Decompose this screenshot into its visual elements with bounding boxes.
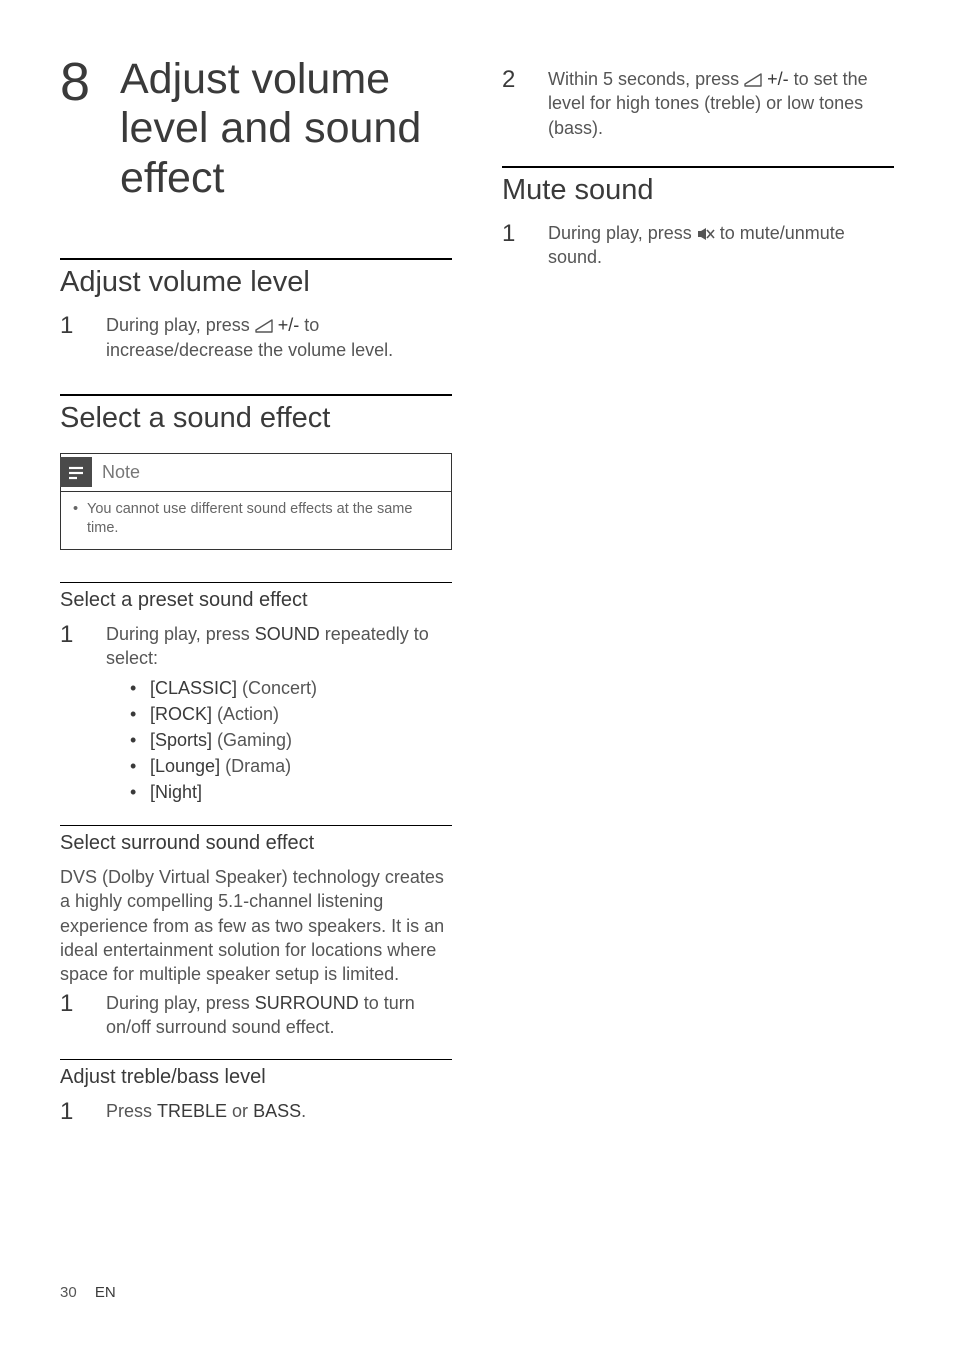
subsection-surround: Select surround sound effect DVS (Dolby …: [60, 825, 452, 1039]
sub-rule: [60, 582, 452, 583]
text-bold: [Night]: [150, 782, 202, 802]
sub-rule: [60, 825, 452, 826]
step-body: During play, press to mute/unmute sound.: [548, 221, 894, 270]
page-content: 8 Adjust volume level and sound effect A…: [0, 0, 954, 1170]
language-code: EN: [95, 1284, 116, 1301]
text: .: [301, 1101, 306, 1121]
right-column: 2 Within 5 seconds, press +/- to set the…: [502, 55, 894, 1130]
step: 1 During play, press to mute/unmute soun…: [502, 221, 894, 270]
list-item: [CLASSIC] (Concert): [130, 675, 452, 701]
section-title: Adjust volume level: [60, 266, 452, 299]
text-bold: SOUND: [255, 624, 320, 644]
note-icon: [60, 457, 92, 487]
step-body: During play, press +/- to increase/decre…: [106, 313, 452, 362]
text: During play, press: [106, 315, 255, 335]
step-body: Within 5 seconds, press +/- to set the l…: [548, 67, 894, 140]
note-body: You cannot use different sound effects a…: [61, 492, 451, 549]
text: or: [227, 1101, 253, 1121]
text: Within 5 seconds, press: [548, 69, 744, 89]
note-box: Note You cannot use different sound effe…: [60, 453, 452, 550]
step-number: 1: [60, 991, 106, 1040]
list-item: [Night]: [130, 779, 452, 805]
section-adjust-volume: Adjust volume level 1 During play, press…: [60, 258, 452, 362]
sub-title: Select a preset sound effect: [60, 589, 452, 612]
text-bold: +/-: [273, 315, 300, 335]
text: (Concert): [237, 678, 317, 698]
text: During play, press: [106, 993, 255, 1013]
text-bold: [Lounge]: [150, 756, 220, 776]
list-item: [ROCK] (Action): [130, 701, 452, 727]
subsection-treble-bass: Adjust treble/bass level 1 Press TREBLE …: [60, 1059, 452, 1124]
step: 2 Within 5 seconds, press +/- to set the…: [502, 67, 894, 140]
step-number: 1: [60, 1099, 106, 1124]
text-bold: [Sports]: [150, 730, 212, 750]
step: 1 During play, press SOUND repeatedly to…: [60, 622, 452, 805]
left-column: 8 Adjust volume level and sound effect A…: [60, 55, 452, 1130]
step-number: 1: [502, 221, 548, 270]
step-number: 1: [60, 313, 106, 362]
step-body: During play, press SOUND repeatedly to s…: [106, 622, 452, 805]
text: (Action): [212, 704, 279, 724]
text: Press: [106, 1101, 157, 1121]
text: (Drama): [220, 756, 291, 776]
text-bold: BASS: [253, 1101, 301, 1121]
sub-title: Adjust treble/bass level: [60, 1066, 452, 1089]
mute-icon: [697, 227, 715, 241]
section-rule: [60, 258, 452, 260]
text-bold: TREBLE: [157, 1101, 227, 1121]
paragraph: DVS (Dolby Virtual Speaker) technology c…: [60, 865, 452, 986]
chapter-heading: 8 Adjust volume level and sound effect: [60, 55, 452, 203]
text-bold: SURROUND: [255, 993, 359, 1013]
step-body: Press TREBLE or BASS.: [106, 1099, 452, 1124]
subsection-preset: Select a preset sound effect 1 During pl…: [60, 582, 452, 805]
text-bold: +/-: [762, 69, 789, 89]
bullet-list: [CLASSIC] (Concert) [ROCK] (Action) [Spo…: [106, 675, 452, 805]
text-bold: [ROCK]: [150, 704, 212, 724]
step: 1 Press TREBLE or BASS.: [60, 1099, 452, 1124]
step-number: 2: [502, 67, 548, 140]
note-label: Note: [102, 462, 140, 483]
volume-icon: [744, 73, 762, 87]
note-item: You cannot use different sound effects a…: [73, 500, 439, 539]
text: During play, press: [106, 624, 255, 644]
note-header: Note: [61, 454, 451, 491]
section-select-sound: Select a sound effect Note You cannot us…: [60, 394, 452, 550]
text: (Gaming): [212, 730, 292, 750]
chapter-number: 8: [60, 55, 120, 109]
section-title: Mute sound: [502, 174, 894, 207]
text: During play, press: [548, 223, 697, 243]
section-rule: [502, 166, 894, 168]
step: 1 During play, press +/- to increase/dec…: [60, 313, 452, 362]
section-title: Select a sound effect: [60, 402, 452, 435]
page-number: 30: [60, 1284, 77, 1301]
step: 1 During play, press SURROUND to turn on…: [60, 991, 452, 1040]
chapter-title: Adjust volume level and sound effect: [120, 55, 452, 203]
section-rule: [60, 394, 452, 396]
volume-icon: [255, 319, 273, 333]
text-bold: [CLASSIC]: [150, 678, 237, 698]
list-item: [Lounge] (Drama): [130, 753, 452, 779]
list-item: [Sports] (Gaming): [130, 727, 452, 753]
sub-rule: [60, 1059, 452, 1060]
step-body: During play, press SURROUND to turn on/o…: [106, 991, 452, 1040]
page-footer: 30 EN: [60, 1284, 116, 1301]
sub-title: Select surround sound effect: [60, 832, 452, 855]
step-number: 1: [60, 622, 106, 805]
section-mute-sound: Mute sound 1 During play, press to mute/…: [502, 166, 894, 270]
